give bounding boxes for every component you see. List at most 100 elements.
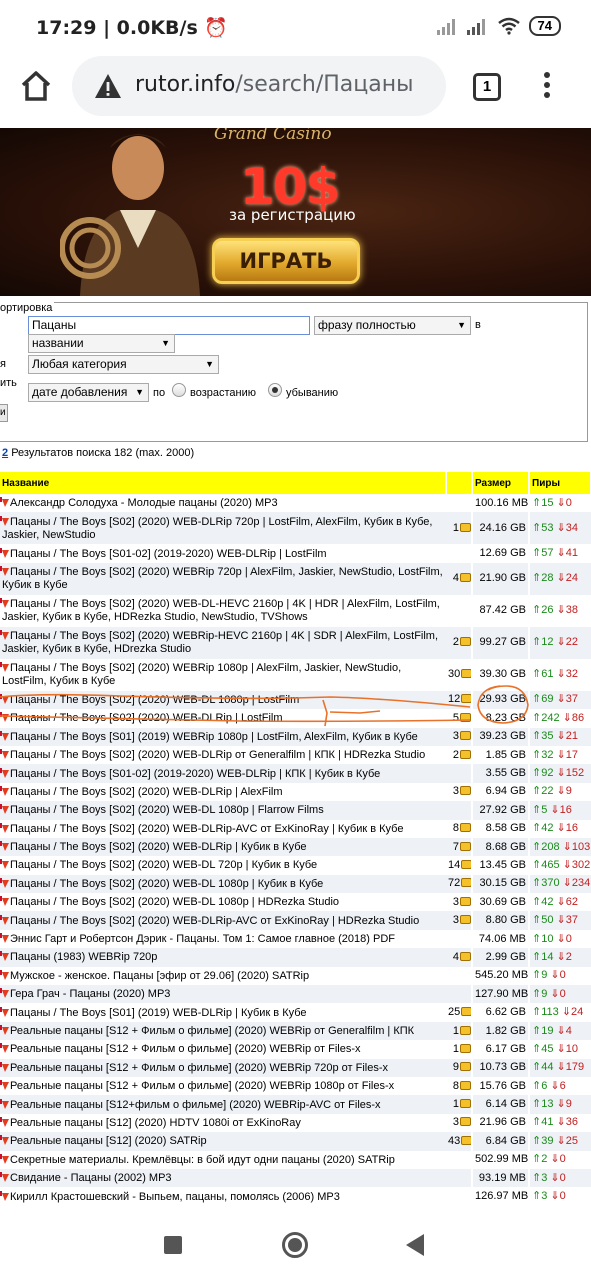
download-magnet-icon[interactable] bbox=[0, 693, 10, 705]
tab-switcher-button[interactable]: 1 bbox=[473, 73, 501, 101]
torrent-title-link[interactable]: Реальные пацаны [S12] (2020) HDTV 1080i … bbox=[10, 1117, 301, 1129]
download-magnet-icon[interactable] bbox=[0, 597, 10, 609]
url-text[interactable]: rutor.info/search/Пацаны bbox=[135, 72, 414, 97]
play-button[interactable]: ИГРАТЬ bbox=[212, 238, 360, 284]
download-magnet-icon[interactable] bbox=[0, 1190, 10, 1202]
table-row[interactable]: Пацаны / The Boys [S02] (2020) WEB-DL 10… bbox=[0, 690, 591, 710]
torrent-title-link[interactable]: Пацаны / The Boys [S02] (2020) WEBRip-HE… bbox=[2, 630, 438, 655]
download-magnet-icon[interactable] bbox=[0, 1098, 10, 1110]
table-row[interactable]: Пацаны / The Boys [S02] (2020) WEB-DL 10… bbox=[0, 893, 591, 912]
download-magnet-icon[interactable] bbox=[0, 785, 10, 797]
table-row[interactable]: Пацаны / The Boys [S02] (2020) WEB-DLRip… bbox=[0, 709, 591, 728]
download-magnet-icon[interactable] bbox=[0, 914, 10, 926]
download-magnet-icon[interactable] bbox=[0, 629, 10, 641]
torrent-title-link[interactable]: Пацаны / The Boys [S02] (2020) WEB-DLRip… bbox=[10, 823, 403, 835]
table-row[interactable]: Пацаны / The Boys [S01] (2019) WEB-DLRip… bbox=[0, 1003, 591, 1022]
torrent-title-link[interactable]: Пацаны / The Boys [S02] (2020) WEB-DLRip… bbox=[10, 712, 283, 724]
search-submit-button[interactable]: и bbox=[0, 404, 8, 422]
torrent-name-cell[interactable]: Пацаны / The Boys [S02] (2020) WEB-DLRip… bbox=[0, 709, 446, 727]
page-2-link[interactable]: 2 bbox=[2, 447, 8, 459]
table-row[interactable]: Реальные пацаны [S12+фильм о фильме] (20… bbox=[0, 1095, 591, 1114]
download-magnet-icon[interactable] bbox=[0, 969, 10, 981]
scope-select[interactable]: названии ▼ bbox=[28, 334, 175, 353]
torrent-name-cell[interactable]: Пацаны / The Boys [S02] (2020) WEBRip 72… bbox=[0, 562, 446, 595]
download-magnet-icon[interactable] bbox=[0, 515, 10, 527]
torrent-title-link[interactable]: Пацаны / The Boys [S02] (2020) WEB-DLRip… bbox=[10, 786, 283, 798]
table-row[interactable]: Реальные пацаны [S12 + Фильм о фильме] (… bbox=[0, 1058, 591, 1077]
table-row[interactable]: Пацаны / The Boys [S01-02] (2019-2020) W… bbox=[0, 544, 591, 563]
torrent-title-link[interactable]: Мужское - женское. Пацаны [эфир от 29.06… bbox=[10, 970, 309, 982]
torrent-title-link[interactable]: Пацаны / The Boys [S01-02] (2019-2020) W… bbox=[10, 548, 327, 560]
torrent-title-link[interactable]: Пацаны / The Boys [S02] (2020) WEB-DL 10… bbox=[10, 878, 323, 890]
torrent-title-link[interactable]: Пацаны / The Boys [S02] (2020) WEB-DL-HE… bbox=[2, 598, 440, 623]
torrent-title-link[interactable]: Пацаны / The Boys [S02] (2020) WEBRip 10… bbox=[2, 662, 401, 687]
table-row[interactable]: Пацаны / The Boys [S02] (2020) WEB-DLRip… bbox=[0, 782, 591, 802]
table-row[interactable]: Реальные пацаны [S12 + Фильм о фильме] (… bbox=[0, 1040, 591, 1059]
download-magnet-icon[interactable] bbox=[0, 661, 10, 673]
table-row[interactable]: Свидание - Пацаны (2002) MP3 93.19 MB ⇑3 ⇓… bbox=[0, 1168, 591, 1188]
torrent-title-link[interactable]: Гера Грач - Пацаны (2020) MP3 bbox=[10, 988, 170, 1000]
download-magnet-icon[interactable] bbox=[0, 1024, 10, 1036]
ascending-radio[interactable] bbox=[172, 383, 186, 397]
torrent-name-cell[interactable]: Пацаны / The Boys [S02] (2020) WEB-DL 10… bbox=[0, 690, 446, 710]
table-row[interactable]: Реальные пацаны [S12] (2020) HDTV 1080i … bbox=[0, 1113, 591, 1133]
recents-button[interactable] bbox=[164, 1236, 182, 1254]
header-name[interactable]: Название bbox=[0, 472, 447, 494]
home-button[interactable] bbox=[282, 1232, 308, 1258]
download-magnet-icon[interactable] bbox=[0, 1134, 10, 1146]
search-input[interactable]: Пацаны bbox=[28, 316, 310, 335]
download-magnet-icon[interactable] bbox=[0, 565, 10, 577]
table-row[interactable]: Пацаны / The Boys [S02] (2020) WEBRip 10… bbox=[0, 658, 591, 691]
home-icon[interactable] bbox=[18, 68, 54, 104]
download-magnet-icon[interactable] bbox=[0, 730, 10, 742]
torrent-title-link[interactable]: Пацаны (1983) WEBRip 720p bbox=[10, 951, 157, 963]
torrent-name-cell[interactable]: Свидание - Пацаны (2002) MP3 bbox=[0, 1168, 446, 1188]
table-row[interactable]: Гера Грач - Пацаны (2020) MP3 127.90 MB ⇑9… bbox=[0, 985, 591, 1004]
torrent-name-cell[interactable]: Реальные пацаны [S12 + Фильм о фильме] (… bbox=[0, 1077, 446, 1095]
download-magnet-icon[interactable] bbox=[0, 547, 10, 559]
ad-banner[interactable]: Grand Casino 10$ за регистрацию ИГРАТЬ bbox=[0, 128, 591, 296]
torrent-name-cell[interactable]: Пацаны / The Boys [S01-02] (2019-2020) W… bbox=[0, 544, 446, 562]
torrent-name-cell[interactable]: Пацаны / The Boys [S02] (2020) WEB-DL 10… bbox=[0, 801, 446, 820]
table-row[interactable]: Пацаны / The Boys [S02] (2020) WEB-DL 10… bbox=[0, 801, 591, 820]
more-menu-icon[interactable] bbox=[540, 70, 554, 102]
download-magnet-icon[interactable] bbox=[0, 950, 10, 962]
torrent-title-link[interactable]: Кирилл Крастошевский - Выпьем, пацаны, п… bbox=[10, 1191, 340, 1203]
download-magnet-icon[interactable] bbox=[0, 932, 10, 944]
table-row[interactable]: Кирилл Крастошевский - Выпьем, пацаны, п… bbox=[0, 1187, 591, 1206]
torrent-name-cell[interactable]: Реальные пацаны [S12] (2020) SATRip bbox=[0, 1132, 446, 1151]
table-row[interactable]: Пацаны / The Boys [S02] (2020) WEB-DLRip… bbox=[0, 911, 591, 930]
torrent-title-link[interactable]: Реальные пацаны [S12 + Фильм о фильме] (… bbox=[10, 1080, 394, 1092]
torrent-name-cell[interactable]: Реальные пацаны [S12 + Фильм о фильме] (… bbox=[0, 1058, 446, 1077]
torrent-title-link[interactable]: Пацаны / The Boys [S02] (2020) WEB-DLRip… bbox=[10, 749, 425, 761]
torrent-name-cell[interactable]: Реальные пацаны [S12+фильм о фильме] (20… bbox=[0, 1095, 446, 1114]
match-mode-select[interactable]: фразу полностью ▼ bbox=[314, 316, 471, 335]
download-magnet-icon[interactable] bbox=[0, 858, 10, 870]
torrent-title-link[interactable]: Пацаны / The Boys [S01-02] (2019-2020) W… bbox=[10, 768, 380, 780]
torrent-name-cell[interactable]: Кирилл Крастошевский - Выпьем, пацаны, п… bbox=[0, 1187, 446, 1205]
download-magnet-icon[interactable] bbox=[0, 1116, 10, 1128]
table-row[interactable]: Пацаны / The Boys [S02] (2020) WEB-DL-HE… bbox=[0, 594, 591, 627]
download-magnet-icon[interactable] bbox=[0, 1006, 10, 1018]
torrent-title-link[interactable]: Эннис Гарт и Робертсон Дэрик - Пацаны. Т… bbox=[10, 933, 395, 945]
torrent-title-link[interactable]: Пацаны / The Boys [S02] (2020) WEBRip 72… bbox=[2, 566, 443, 591]
table-row[interactable]: Пацаны / The Boys [S01-02] (2019-2020) W… bbox=[0, 764, 591, 783]
torrent-title-link[interactable]: Реальные пацаны [S12 + Фильм о фильме] (… bbox=[10, 1043, 361, 1055]
category-select[interactable]: Любая категория ▼ bbox=[28, 355, 219, 374]
table-row[interactable]: Пацаны / The Boys [S02] (2020) WEB-DLRip… bbox=[0, 837, 591, 857]
torrent-name-cell[interactable]: Пацаны / The Boys [S02] (2020) WEBRip-HE… bbox=[0, 626, 446, 659]
torrent-title-link[interactable]: Реальные пацаны [S12 + Фильм о фильме] (… bbox=[10, 1062, 388, 1074]
download-magnet-icon[interactable] bbox=[0, 840, 10, 852]
torrent-title-link[interactable]: Реальные пацаны [S12 + Фильм о фильме] (… bbox=[10, 1025, 414, 1037]
torrent-name-cell[interactable]: Пацаны / The Boys [S02] (2020) WEBRip 10… bbox=[0, 659, 446, 691]
download-magnet-icon[interactable] bbox=[0, 767, 10, 779]
header-size[interactable]: Размер bbox=[472, 472, 530, 494]
table-row[interactable]: Пацаны / The Boys [S01] (2019) WEBRip 10… bbox=[0, 727, 591, 746]
download-magnet-icon[interactable] bbox=[0, 803, 10, 815]
table-row[interactable]: Пацаны / The Boys [S02] (2020) WEB-DLRip… bbox=[0, 745, 591, 765]
download-magnet-icon[interactable] bbox=[0, 822, 10, 834]
torrent-name-cell[interactable]: Пацаны / The Boys [S02] (2020) WEB-DLRip… bbox=[0, 746, 446, 764]
torrent-title-link[interactable]: Свидание - Пацаны (2002) MP3 bbox=[10, 1172, 172, 1184]
torrent-name-cell[interactable]: Пацаны / The Boys [S02] (2020) WEB-DL 10… bbox=[0, 893, 446, 911]
download-magnet-icon[interactable] bbox=[0, 1061, 10, 1073]
